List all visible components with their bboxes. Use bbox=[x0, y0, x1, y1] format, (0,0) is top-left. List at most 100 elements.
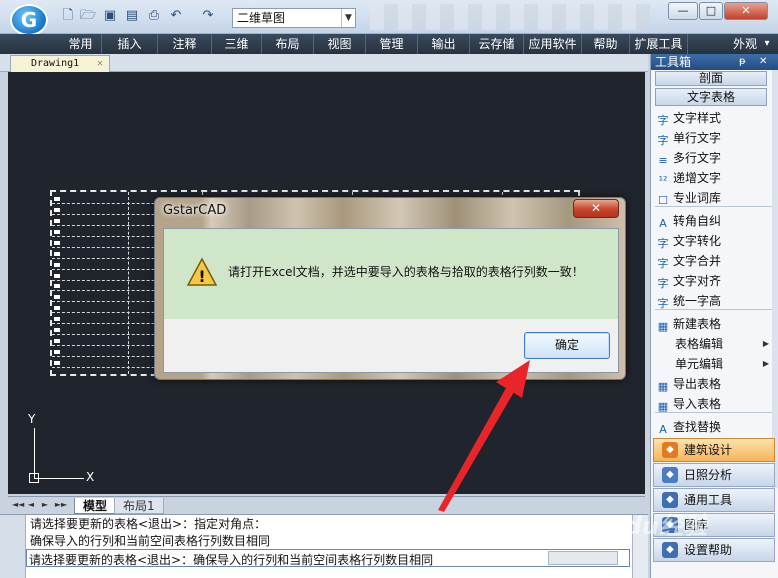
toolbox-item-10[interactable]: 字统一字高 bbox=[655, 291, 773, 311]
dialog-title: GstarCAD bbox=[163, 203, 227, 218]
first-tab-icon[interactable]: ◄◄ bbox=[12, 499, 24, 511]
table-cell-text bbox=[54, 218, 60, 223]
menu-appearance[interactable]: 外观 bbox=[730, 34, 760, 54]
menu-applications[interactable]: 应用软件 bbox=[524, 34, 582, 54]
table-cell-text bbox=[54, 251, 60, 256]
next-tab-icon[interactable]: ► bbox=[40, 499, 50, 511]
command-window-handle[interactable] bbox=[0, 515, 26, 578]
toolbox-item-2[interactable]: 字单行文字 bbox=[655, 128, 773, 148]
toolbox-item-7[interactable]: 字文字转化 bbox=[655, 231, 773, 251]
toolbox-item-label: 统一字高 bbox=[673, 294, 722, 308]
command-input[interactable]: 请选择要更新的表格<退出>：确保导入的行列和当前空间表格行列数目相同 bbox=[26, 549, 630, 567]
table-cell-text bbox=[54, 240, 60, 245]
toolbox-item-15[interactable]: ▦ 导入表格 bbox=[655, 394, 773, 414]
workspace-select[interactable]: 二维草图 ▼ bbox=[232, 8, 356, 28]
table-cell-text bbox=[54, 339, 60, 344]
toolbox-item-label: 新建表格 bbox=[673, 317, 722, 331]
command-horizontal-scrollbar[interactable] bbox=[548, 551, 618, 565]
toolbox-item-label: 导入表格 bbox=[673, 397, 722, 411]
toolbox-item-16[interactable]: A 查找替换 bbox=[655, 417, 773, 437]
toolbox-item-label: 转角自纠 bbox=[673, 214, 722, 228]
toolbox-item-label: 导出表格 bbox=[673, 377, 722, 391]
toolbox-item-1[interactable]: 字文字样式 bbox=[655, 108, 773, 128]
toolbox-separator bbox=[655, 309, 773, 310]
title-bar: G 🗋 🗁 ▣ ▤ ⎙ ↶ ↷ 二维草图 ▼ — □ ✕ bbox=[0, 0, 778, 36]
category-section[interactable]: 剖面 bbox=[655, 71, 767, 86]
table-cell-text bbox=[54, 361, 60, 366]
save-as-icon[interactable]: ▤ bbox=[124, 8, 140, 24]
message-dialog: GstarCAD ✕ ! 请打开Excel文档，并选中要导入的表格与拾取的表格行… bbox=[154, 197, 626, 380]
toolbox-close-icon[interactable]: ✕ bbox=[759, 54, 767, 70]
table-cell-text bbox=[54, 295, 60, 300]
toolbox-item-11[interactable]: ▦ 新建表格 bbox=[655, 314, 773, 334]
toolbox-item-13[interactable]: 单元编辑 ▶ bbox=[655, 354, 773, 374]
close-button[interactable]: ✕ bbox=[724, 2, 768, 20]
dialog-message-area: ! 请打开Excel文档，并选中要导入的表格与拾取的表格行列数一致！ bbox=[164, 229, 618, 319]
export-table-icon: ▦ bbox=[657, 380, 669, 393]
appearance-chevron-icon[interactable]: ▾ bbox=[760, 34, 774, 54]
category-text-table[interactable]: 文字表格 bbox=[655, 88, 767, 106]
prev-tab-icon[interactable]: ◄ bbox=[26, 499, 36, 511]
last-tab-icon[interactable]: ►► bbox=[54, 499, 68, 511]
toolbox-separator bbox=[655, 206, 773, 207]
toolbox-item-8[interactable]: 字文字合并 bbox=[655, 251, 773, 271]
menu-insert[interactable]: 插入 bbox=[102, 34, 158, 54]
tab-layout1[interactable]: 布局1 bbox=[114, 498, 164, 514]
table-cell-text bbox=[54, 229, 60, 234]
toolbox-item-6[interactable]: A 转角自纠 bbox=[655, 211, 773, 231]
toolbox-item-4[interactable]: ¹² 递增文字 bbox=[655, 168, 773, 188]
pin-icon[interactable]: ᵽ bbox=[739, 54, 746, 70]
redo-icon[interactable]: ↷ bbox=[200, 8, 216, 24]
menu-layout[interactable]: 布局 bbox=[262, 34, 314, 54]
open-folder-icon[interactable]: 🗁 bbox=[80, 8, 96, 24]
app-logo-icon[interactable]: G bbox=[10, 4, 48, 36]
restore-button[interactable]: □ bbox=[699, 2, 723, 20]
toolbox-item-label: 文字合并 bbox=[673, 254, 722, 268]
toolbox-item-14[interactable]: ▦ 导出表格 bbox=[655, 374, 773, 394]
watermark: Baidu经验 bbox=[582, 512, 707, 540]
menu-output[interactable]: 输出 bbox=[418, 34, 470, 54]
toolbox-item-3[interactable]: ≡ 多行文字 bbox=[655, 148, 773, 168]
toolbox-item-5[interactable]: ☐ 专业词库 bbox=[655, 188, 773, 208]
toolbox-group-label: 日照分析 bbox=[684, 468, 733, 482]
toolbox-separator bbox=[655, 412, 773, 413]
ucs-y-label: Y bbox=[28, 412, 36, 426]
print-icon[interactable]: ⎙ bbox=[146, 8, 162, 24]
command-window: 请选择要更新的表格<退出>：指定对角点： 确保导入的行列和当前空间表格行列数目相… bbox=[0, 514, 648, 578]
toolbox-item-label: 文字样式 bbox=[673, 111, 722, 125]
menu-view[interactable]: 视图 bbox=[314, 34, 366, 54]
text-convert-icon: 字 bbox=[657, 237, 669, 250]
ucs-icon: Y X bbox=[20, 412, 100, 492]
menu-annotate[interactable]: 注释 bbox=[158, 34, 212, 54]
building-icon: ◆ bbox=[662, 442, 678, 458]
workspace-value: 二维草图 bbox=[237, 11, 286, 25]
toolbox-item-9[interactable]: 字文字对齐 bbox=[655, 271, 773, 291]
tab-drawing1[interactable]: Drawing1 ✕ bbox=[10, 55, 110, 72]
minimize-button[interactable]: — bbox=[668, 2, 698, 20]
menu-cloud-storage[interactable]: 云存储 bbox=[470, 34, 524, 54]
tab-model[interactable]: 模型 bbox=[74, 498, 117, 514]
save-icon[interactable]: ▣ bbox=[102, 8, 118, 24]
new-file-icon[interactable]: 🗋 bbox=[60, 8, 76, 24]
toolbox-scrollbar[interactable] bbox=[772, 70, 778, 488]
toolbox-item-label: 单元编辑 bbox=[675, 357, 724, 371]
toolbox-group-2[interactable]: ◆ 日照分析 bbox=[653, 463, 775, 487]
table-cell-text bbox=[54, 350, 60, 355]
toolbox-item-12[interactable]: 表格编辑 ▶ bbox=[655, 334, 773, 354]
tab-close-icon[interactable]: ✕ bbox=[97, 56, 103, 72]
menu-help[interactable]: 帮助 bbox=[582, 34, 630, 54]
menu-3d[interactable]: 三维 bbox=[212, 34, 262, 54]
table-cell-text bbox=[54, 328, 60, 333]
tab-label: Drawing1 bbox=[31, 58, 80, 69]
menu-common[interactable]: 常用 bbox=[60, 34, 102, 54]
menu-extensions[interactable]: 扩展工具 bbox=[630, 34, 688, 54]
chevron-down-icon[interactable]: ▼ bbox=[341, 9, 355, 27]
command-history-line: 确保导入的行列和当前空间表格行列数目相同 bbox=[30, 534, 271, 548]
dialog-close-button[interactable]: ✕ bbox=[573, 199, 619, 218]
undo-icon[interactable]: ↶ bbox=[168, 8, 184, 24]
corner-text-icon: A bbox=[659, 217, 667, 230]
menu-manage[interactable]: 管理 bbox=[366, 34, 418, 54]
table-cell-text bbox=[54, 306, 60, 311]
toolbox-group-1[interactable]: ◆ 建筑设计 bbox=[653, 438, 775, 462]
layout-tab-bar: ◄◄ ◄ ► ►► 模型 布局1 bbox=[8, 496, 645, 514]
